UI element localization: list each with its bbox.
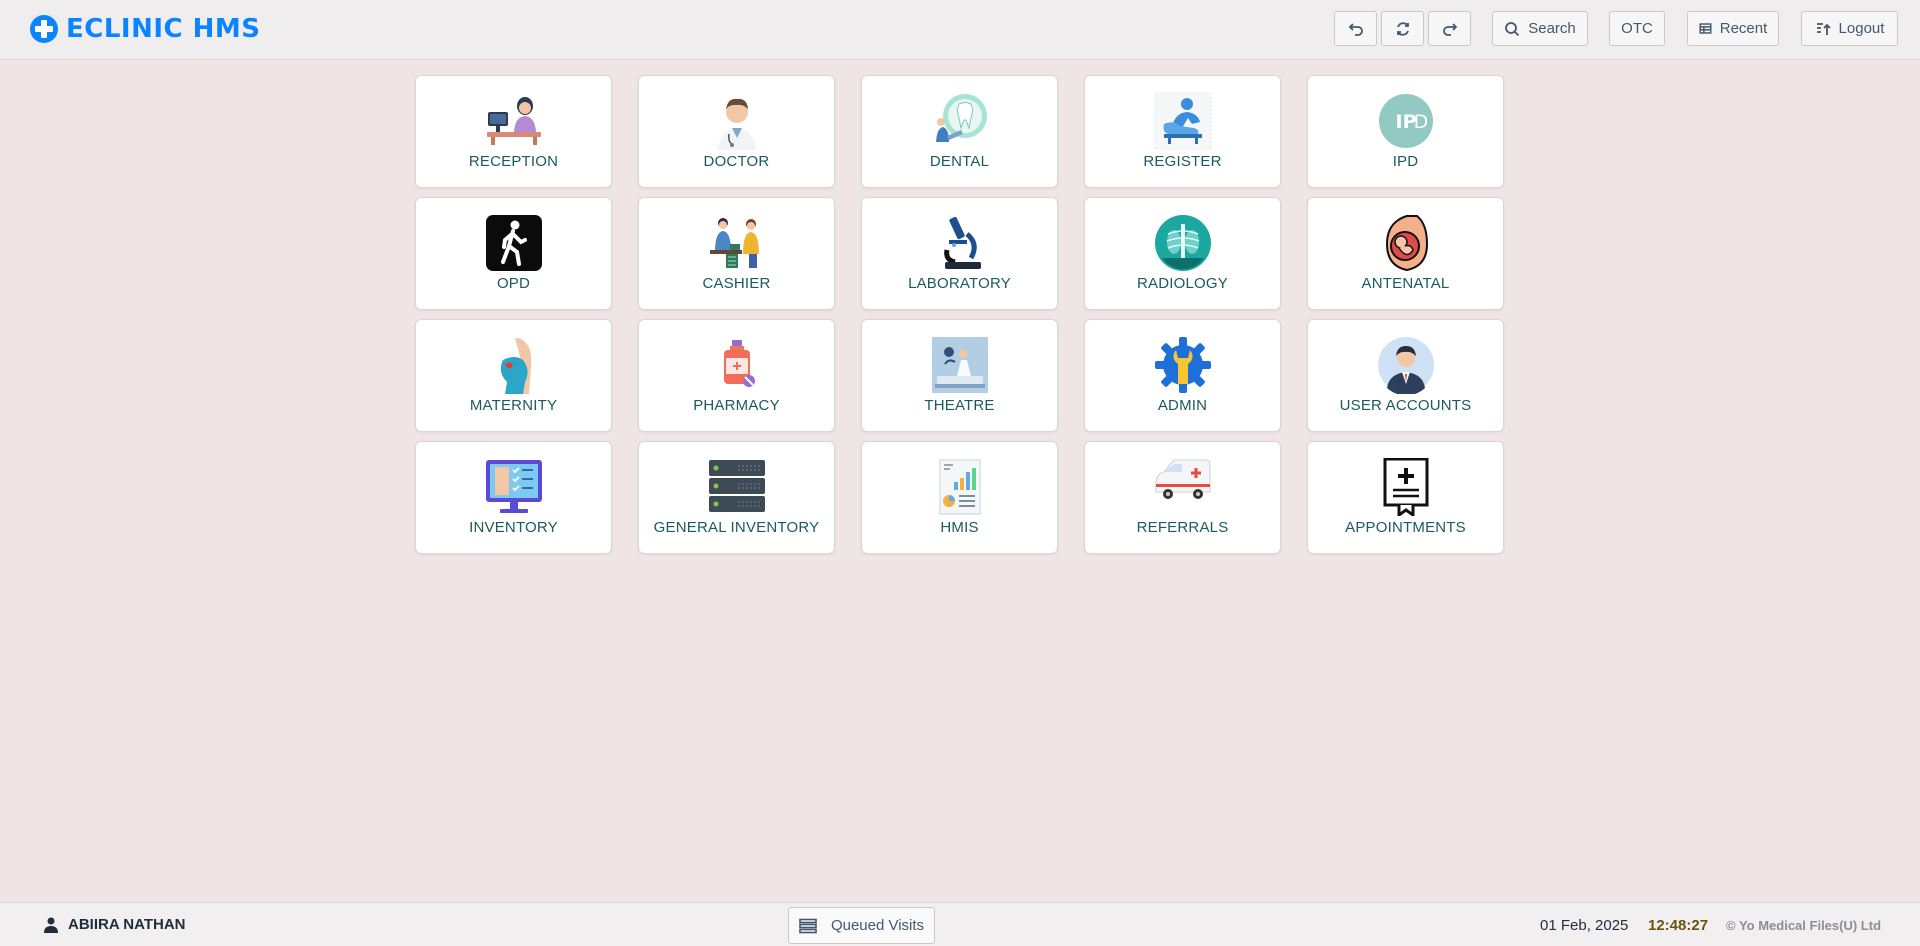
top-bar: ECLINIC HMS Search OTC Recent Logout	[0, 0, 1920, 60]
tile-label: DOCTOR	[703, 153, 770, 170]
pregnant-woman-icon	[500, 338, 531, 394]
refresh-icon	[1396, 21, 1409, 36]
cashier-icon	[709, 218, 759, 268]
dental-icon	[935, 94, 987, 142]
tile-label: RECEPTION	[468, 153, 559, 170]
ambulance-icon	[1155, 459, 1210, 499]
opd-walking-icon	[485, 215, 542, 271]
current-date: 01 Feb, 2025	[1540, 917, 1629, 934]
search-icon	[1505, 21, 1520, 36]
microscope-icon	[943, 216, 981, 269]
redo-arrow-icon	[1442, 22, 1457, 36]
tile-label: LABORATORY	[908, 275, 1011, 292]
current-user: ABIIRA NATHAN	[44, 916, 186, 933]
tile-label: GENERAL INVENTORY	[653, 519, 820, 536]
tile-laboratory[interactable]: LABORATORY	[861, 197, 1058, 310]
svg-text:D: D	[1413, 111, 1428, 133]
tile-label: MATERNITY	[469, 397, 558, 414]
refresh-button[interactable]	[1381, 11, 1424, 46]
ipd-icon: IP D	[1378, 94, 1433, 148]
tile-general-inventory[interactable]: GENERAL INVENTORY	[638, 441, 835, 554]
user-avatar-icon	[1377, 337, 1434, 394]
tile-label: ANTENATAL	[1361, 275, 1450, 292]
back-button[interactable]	[1334, 11, 1377, 46]
checklist-monitor-icon	[485, 460, 542, 513]
otc-button-label: OTC	[1621, 20, 1653, 37]
undo-arrow-icon	[1348, 22, 1363, 36]
table-icon	[1699, 23, 1712, 34]
queued-visits-button[interactable]: Queued Visits	[788, 907, 935, 944]
tile-label: REGISTER	[1143, 153, 1222, 170]
gear-wrench-icon	[1154, 337, 1211, 393]
current-time: 12:48:27	[1648, 917, 1709, 934]
tile-antenatal[interactable]: ANTENATAL	[1307, 197, 1504, 310]
tile-hmis[interactable]: HMIS	[861, 441, 1058, 554]
tile-admin[interactable]: ADMIN	[1084, 319, 1281, 432]
tile-referrals[interactable]: REFERRALS	[1084, 441, 1281, 554]
tile-ipd[interactable]: IP D IPD	[1307, 75, 1504, 188]
status-bar: ABIIRA NATHAN Queued Visits 01 Feb, 2025…	[0, 902, 1920, 946]
forward-button[interactable]	[1428, 11, 1471, 46]
tile-label: RADIOLOGY	[1137, 275, 1228, 292]
tile-pharmacy[interactable]: PHARMACY	[638, 319, 835, 432]
list-icon	[799, 918, 817, 933]
register-icon	[1154, 92, 1211, 150]
tile-label: CASHIER	[702, 275, 771, 292]
recent-button-label: Recent	[1719, 20, 1768, 37]
tile-label: REFERRALS	[1136, 519, 1229, 536]
user-icon	[44, 917, 58, 933]
doctor-icon	[717, 98, 756, 150]
search-button[interactable]: Search	[1492, 11, 1588, 46]
tile-reception[interactable]: RECEPTION	[415, 75, 612, 188]
tile-dental[interactable]: DENTAL	[861, 75, 1058, 188]
otc-button[interactable]: OTC	[1609, 11, 1665, 46]
tile-doctor[interactable]: DOCTOR	[638, 75, 835, 188]
logout-icon	[1816, 22, 1831, 35]
tile-label: APPOINTMENTS	[1345, 519, 1466, 536]
tile-label: IPD	[1392, 153, 1419, 170]
medicine-bottle-icon	[723, 340, 755, 387]
reception-icon	[486, 97, 541, 145]
appointment-certificate-icon	[1383, 458, 1428, 516]
queued-visits-label: Queued Visits	[830, 917, 925, 934]
tile-label: INVENTORY	[469, 519, 558, 536]
operating-theatre-icon	[931, 337, 988, 393]
tile-inventory[interactable]: INVENTORY	[415, 441, 612, 554]
search-button-label: Search	[1528, 20, 1576, 37]
xray-icon	[1154, 215, 1211, 271]
fetus-icon	[1385, 215, 1428, 272]
tile-label: USER ACCOUNTS	[1339, 397, 1472, 414]
brand-logo[interactable]: ECLINIC HMS	[30, 14, 261, 44]
tile-maternity[interactable]: MATERNITY	[415, 319, 612, 432]
tile-opd[interactable]: OPD	[415, 197, 612, 310]
report-chart-icon	[939, 459, 980, 515]
module-grid: RECEPTION DOCTOR DENTAL REGISTER IP D IP…	[415, 75, 1504, 554]
recent-button[interactable]: Recent	[1687, 11, 1779, 46]
medical-cross-icon	[30, 15, 58, 43]
tile-label: PHARMACY	[693, 397, 780, 414]
tile-radiology[interactable]: RADIOLOGY	[1084, 197, 1281, 310]
brand-title: ECLINIC HMS	[66, 14, 261, 44]
server-rack-icon	[708, 460, 765, 512]
tile-label: ADMIN	[1157, 397, 1208, 414]
tile-user-accounts[interactable]: USER ACCOUNTS	[1307, 319, 1504, 432]
logout-button[interactable]: Logout	[1801, 11, 1898, 46]
tile-label: HMIS	[940, 519, 979, 536]
copyright: © Yo Medical Files(U) Ltd	[1726, 918, 1882, 933]
tile-theatre[interactable]: THEATRE	[861, 319, 1058, 432]
tile-appointments[interactable]: APPOINTMENTS	[1307, 441, 1504, 554]
tile-label: DENTAL	[929, 153, 990, 170]
tile-label: OPD	[496, 275, 531, 292]
logout-button-label: Logout	[1838, 20, 1885, 37]
tile-register[interactable]: REGISTER	[1084, 75, 1281, 188]
tile-cashier[interactable]: CASHIER	[638, 197, 835, 310]
tile-label: THEATRE	[924, 397, 995, 414]
user-name: ABIIRA NATHAN	[68, 916, 186, 933]
